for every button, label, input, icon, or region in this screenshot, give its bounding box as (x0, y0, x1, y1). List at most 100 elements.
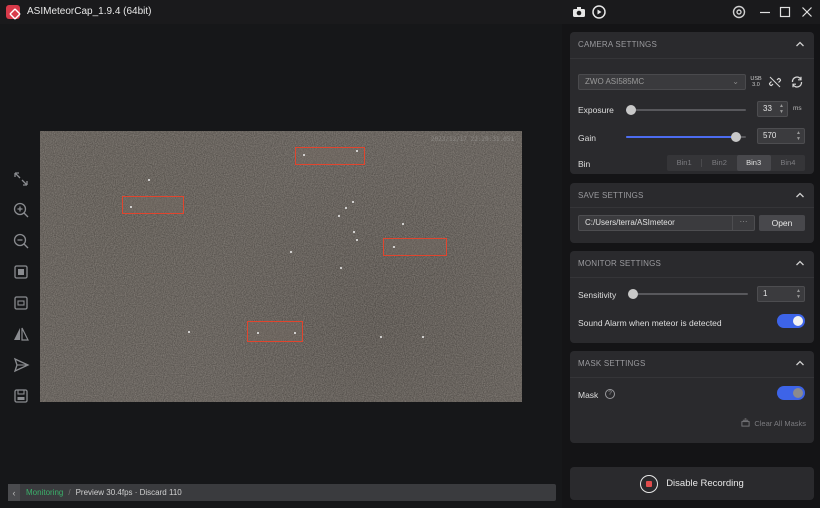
status-mode: Monitoring (26, 488, 64, 497)
send-icon[interactable] (12, 356, 30, 374)
title-bar: ASIMeteorCap_1.9.4 (64bit) (0, 0, 820, 24)
star (294, 332, 296, 334)
star (303, 154, 305, 156)
flip-icon[interactable] (12, 325, 30, 343)
camera-preview[interactable]: 2023/12/17 22:29:31.051 (40, 131, 522, 402)
sensitivity-value: 1 (763, 289, 768, 298)
camera-select[interactable]: ZWO ASI585MC ⌄ (578, 74, 746, 90)
exposure-unit: ms (793, 105, 802, 112)
chevron-left-icon[interactable]: ‹ (8, 484, 20, 501)
camera-settings-panel: CAMERA SETTINGS ZWO ASI585MC ⌄ USB 3.0 E… (570, 32, 814, 174)
chevron-down-icon: ⌄ (732, 77, 739, 86)
gain-slider-thumb[interactable] (731, 132, 741, 142)
gain-label: Gain (578, 133, 596, 143)
toggle-knob (793, 316, 803, 326)
star (353, 231, 355, 233)
save-path-value: C:/Users/terra/ASImeteor (585, 218, 675, 227)
star (422, 336, 424, 338)
bin-option-4[interactable]: Bin4 (771, 155, 805, 171)
maximize-icon[interactable] (777, 4, 793, 20)
exposure-value: 33 (763, 104, 772, 113)
spinner-icon[interactable]: ▲ ▼ (795, 130, 802, 142)
star (402, 223, 404, 225)
status-info: Preview 30.4fps · Discard 110 (75, 488, 182, 497)
mask-settings-header: MASK SETTINGS (578, 359, 646, 368)
minimize-icon[interactable] (757, 4, 773, 20)
mask-settings-panel: MASK SETTINGS Mask ? Clear All Masks (570, 351, 814, 443)
chevron-up-icon[interactable] (794, 357, 806, 369)
sensitivity-slider-thumb[interactable] (628, 289, 638, 299)
bin-option-2[interactable]: Bin2 (702, 155, 736, 171)
sensitivity-slider[interactable] (628, 289, 748, 299)
star (356, 239, 358, 241)
open-folder-button[interactable]: Open (759, 215, 805, 231)
star (290, 251, 292, 253)
disable-recording-button[interactable]: Disable Recording (570, 467, 814, 500)
mask-toggle[interactable] (777, 386, 805, 400)
window-title: ASIMeteorCap_1.9.4 (64bit) (27, 6, 152, 17)
gain-slider[interactable] (626, 132, 746, 142)
divider (570, 207, 814, 208)
chevron-up-icon[interactable] (794, 38, 806, 50)
star (380, 336, 382, 338)
divider (570, 58, 814, 59)
status-bar: ‹ Monitoring / Preview 30.4fps · Discard… (8, 484, 556, 501)
chevron-up-icon[interactable] (794, 189, 806, 201)
gain-input[interactable]: 570 ▲ ▼ (757, 128, 805, 144)
sensitivity-label: Sensitivity (578, 290, 617, 300)
settings-icon[interactable] (731, 4, 747, 20)
clear-all-masks-label: Clear All Masks (754, 419, 806, 428)
exposure-input[interactable]: 33 ▲ ▼ (757, 101, 788, 117)
clear-all-masks-button[interactable]: Clear All Masks (741, 418, 806, 429)
monitor-settings-panel: MONITOR SETTINGS Sensitivity 1 ▲ ▼ Sound … (570, 251, 814, 343)
frame-timestamp: 2023/12/17 22:29:31.051 (430, 136, 514, 143)
save-icon[interactable] (12, 387, 30, 405)
disable-recording-label: Disable Recording (666, 478, 744, 489)
zoom-out-icon[interactable] (12, 232, 30, 250)
browse-more-button[interactable]: ··· (732, 216, 754, 230)
sensor-noise (40, 131, 522, 402)
bin-option-3[interactable]: Bin3 (736, 155, 771, 171)
meteor-detection-box (122, 196, 184, 214)
actual-size-icon[interactable] (12, 294, 30, 312)
star (338, 215, 340, 217)
camera-settings-header: CAMERA SETTINGS (578, 40, 658, 49)
full-size-icon[interactable] (12, 263, 30, 281)
star (148, 179, 150, 181)
refresh-icon[interactable] (790, 75, 804, 89)
sensitivity-input[interactable]: 1 ▲ ▼ (757, 286, 805, 302)
record-stop-icon (640, 474, 659, 493)
spinner-icon[interactable]: ▲ ▼ (795, 288, 802, 300)
spinner-icon[interactable]: ▲ ▼ (778, 103, 785, 115)
exposure-slider-thumb[interactable] (626, 105, 636, 115)
divider (570, 277, 814, 278)
divider (570, 377, 814, 378)
camera-icon[interactable] (571, 4, 587, 20)
close-icon[interactable] (799, 4, 815, 20)
mask-label: Mask (578, 390, 599, 400)
sound-alarm-toggle[interactable] (777, 314, 805, 328)
usb-badge-line2: 3.0 (752, 82, 760, 88)
save-path-field[interactable]: C:/Users/terra/ASImeteor ··· (578, 215, 755, 231)
disconnect-link-icon[interactable] (768, 75, 782, 89)
star (356, 150, 358, 152)
star (340, 267, 342, 269)
star (393, 246, 395, 248)
star (352, 201, 354, 203)
meteor-detection-box (295, 147, 365, 165)
star (257, 332, 259, 334)
sound-alarm-label: Sound Alarm when meteor is detected (578, 318, 722, 328)
bin-selector: Bin1 Bin2 Bin3 Bin4 (667, 155, 805, 171)
zoom-in-icon[interactable] (12, 201, 30, 219)
chevron-up-icon[interactable] (794, 257, 806, 269)
record-playback-icon[interactable] (591, 4, 607, 20)
bin-label: Bin (578, 159, 591, 169)
star (345, 207, 347, 209)
help-icon[interactable]: ? (605, 389, 615, 399)
fit-screen-icon[interactable] (12, 170, 30, 188)
usb-badge: USB 3.0 (748, 74, 764, 90)
settings-sidebar: CAMERA SETTINGS ZWO ASI585MC ⌄ USB 3.0 E… (562, 24, 820, 508)
bin-option-1[interactable]: Bin1 (667, 155, 701, 171)
exposure-slider[interactable] (626, 105, 746, 115)
star (188, 331, 190, 333)
